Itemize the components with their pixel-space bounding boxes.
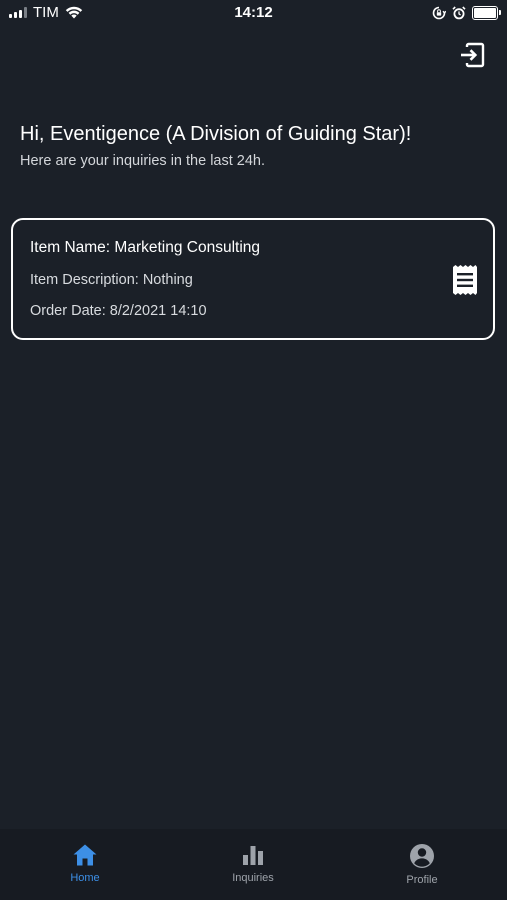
greeting-title: Hi, Eventigence (A Division of Guiding S… — [20, 123, 412, 145]
status-right — [432, 6, 501, 20]
inquiry-order-date: Order Date: 8/2/2021 14:10 — [30, 303, 207, 319]
account-circle-icon — [410, 844, 434, 868]
logout-icon — [461, 42, 485, 68]
nav-label-inquiries: Inquiries — [232, 872, 274, 884]
nav-label-home: Home — [70, 872, 100, 884]
orientation-lock-icon — [432, 6, 446, 20]
alarm-icon — [452, 6, 466, 20]
nav-item-profile[interactable]: Profile — [367, 843, 477, 886]
home-screen: TIM 14:12 Hi, Eventigence (A Division of… — [0, 0, 507, 900]
status-bar: TIM 14:12 — [0, 0, 507, 28]
receipt-icon[interactable] — [451, 265, 479, 295]
home-icon — [73, 844, 97, 866]
bottom-navigation: Home Inquiries Profile — [0, 829, 507, 900]
inquiry-item-description: Item Description: Nothing — [30, 272, 193, 288]
status-time: 14:12 — [234, 4, 273, 21]
nav-label-profile: Profile — [406, 874, 438, 886]
battery-icon — [472, 6, 501, 20]
logout-button[interactable] — [458, 41, 486, 69]
nav-item-home[interactable]: Home — [30, 843, 140, 884]
inquiry-item-name: Item Name: Marketing Consulting — [30, 239, 261, 256]
bar-chart-icon — [243, 846, 263, 865]
nav-item-inquiries[interactable]: Inquiries — [198, 843, 308, 884]
greeting-subtitle: Here are your inquiries in the last 24h. — [20, 153, 266, 169]
inquiry-card[interactable]: Item Name: Marketing Consulting Item Des… — [11, 218, 495, 340]
